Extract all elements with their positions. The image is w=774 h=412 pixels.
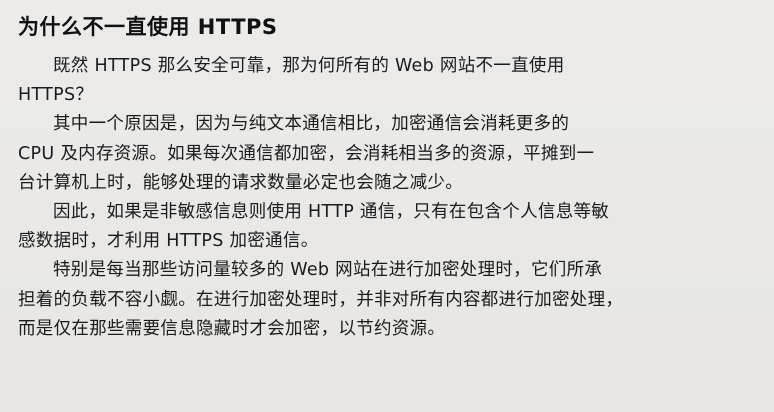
paragraph-line: 感数据时，才利用 HTTPS 加密通信。 xyxy=(18,231,319,252)
paragraph-line: 其中一个原因是，因为与纯文本通信相比，加密通信会消耗更多的 xyxy=(53,114,570,135)
paragraph-3: 因此，如果是非敏感信息则使用 HTTP 通信，只有在包含个人信息等敏 感数据时，… xyxy=(18,198,754,256)
paragraph-line: 担着的负载不容小觑。在进行加密处理时，并非对所有内容都进行加密处理， xyxy=(18,289,624,310)
paragraph-1: 既然 HTTPS 那么安全可靠，那为何所有的 Web 网站不一直使用 HTTPS… xyxy=(18,52,754,110)
paragraph-4: 特别是每当那些访问量较多的 Web 网站在进行加密处理时，它们所承 担着的负载不… xyxy=(18,256,754,344)
paragraph-line: 既然 HTTPS 那么安全可靠，那为何所有的 Web 网站不一直使用 xyxy=(53,56,565,76)
paragraph-line: CPU 及内存资源。如果每次通信都加密，会消耗相当多的资源，平摊到一 xyxy=(18,143,595,164)
paragraph-line: HTTPS？ xyxy=(18,85,94,106)
paragraph-line: 特别是每当那些访问量较多的 Web 网站在进行加密处理时，它们所承 xyxy=(53,260,603,281)
document-page: 为什么不一直使用 HTTPS 既然 HTTPS 那么安全可靠，那为何所有的 We… xyxy=(0,0,774,412)
section-title: 为什么不一直使用 HTTPS xyxy=(18,15,278,39)
paragraph-2: 其中一个原因是，因为与纯文本通信相比，加密通信会消耗更多的 CPU 及内存资源。… xyxy=(18,110,754,198)
paragraph-line: 台计算机上时，能够处理的请求数量必定也会随之减少。 xyxy=(18,172,463,193)
paragraph-line: 而是仅在那些需要信息隐藏时才会加密，以节约资源。 xyxy=(18,318,446,339)
paragraph-line: 因此，如果是非敏感信息则使用 HTTP 通信，只有在包含个人信息等敏 xyxy=(53,202,610,223)
